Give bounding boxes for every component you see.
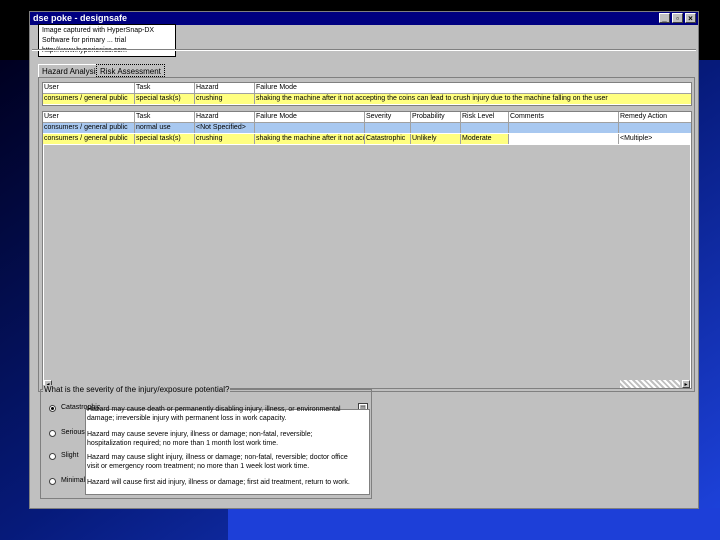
table-cell: special task(s) (135, 134, 195, 144)
table-cell: crushing (195, 94, 255, 104)
option-description: Hazard may cause death or permanently di… (87, 406, 341, 422)
radio-minimal[interactable] (49, 478, 56, 485)
table-header-row: User Task Hazard Failure Mode Severity P… (43, 112, 691, 123)
table-row[interactable]: consumers / general public normal use <N… (43, 123, 691, 133)
application-window: dse poke - designsafe _ ▫ × Image captur… (29, 11, 699, 509)
table-cell: <Multiple> (619, 134, 691, 144)
tooltip-line-3: http://www.hyperionics.com (42, 47, 127, 54)
table-cell: shaking the machine after it not acc (256, 134, 365, 144)
tooltip-line-1: Image captured with HyperSnap-DX (42, 27, 155, 34)
selected-item-table: User Task Hazard Failure Mode consumers … (42, 82, 692, 106)
table-cell: Catastrophic (365, 134, 411, 144)
option-label: Slight (61, 452, 79, 459)
table-cell (509, 123, 619, 133)
column-header: User (43, 112, 135, 122)
table-cell: special task(s) (135, 94, 195, 104)
table-header-row: User Task Hazard Failure Mode (43, 83, 691, 94)
toolbar-separator (32, 49, 696, 51)
column-header: Comments (509, 112, 619, 122)
option-description: Hazard may cause severe injury, illness … (87, 431, 313, 447)
table-cell: consumers / general public (43, 123, 135, 133)
column-header: Severity (365, 112, 411, 122)
tab-hazard-analysis[interactable]: Hazard Analysis (38, 64, 104, 77)
column-header: Probability (411, 112, 461, 122)
maximize-button[interactable]: ▫ (672, 13, 683, 23)
table-cell: <Not Specified> (195, 123, 255, 133)
table-cell (365, 123, 411, 133)
radio-serious[interactable] (49, 430, 56, 437)
column-header: Risk Level (461, 112, 509, 122)
table-cell: Unlikely (411, 134, 461, 144)
close-button[interactable]: × (685, 13, 696, 23)
table-cell: Moderate (461, 134, 509, 144)
column-header: Hazard (195, 83, 255, 93)
radio-catastrophic[interactable] (49, 405, 56, 412)
tooltip-line-2: Software for primary ... trial (42, 37, 127, 44)
minimize-button[interactable]: _ (659, 13, 670, 23)
column-header: Task (135, 83, 195, 93)
column-header: Hazard (195, 112, 255, 122)
column-header: Failure Mode (256, 84, 297, 91)
table-cell: shaking the machine after it not accepti… (256, 95, 608, 102)
tab-risk-assessment[interactable]: Risk Assessment (96, 64, 165, 77)
table-cell[interactable] (509, 134, 619, 144)
risk-table: User Task Hazard Failure Mode Severity P… (42, 111, 692, 389)
radio-slight[interactable] (49, 453, 56, 460)
capture-tooltip: Image captured with HyperSnap-DX Softwar… (38, 24, 176, 57)
table-cell (619, 123, 691, 133)
window-title: dse poke - designsafe (33, 13, 128, 23)
table-cell: consumers / general public (43, 134, 135, 144)
option-description: Hazard will cause first aid injury, illn… (87, 479, 350, 486)
table-cell (461, 123, 509, 133)
table-row[interactable]: consumers / general public special task(… (43, 134, 691, 144)
scroll-right-icon[interactable]: ▸ (682, 380, 690, 388)
table-cell (411, 123, 461, 133)
severity-question: What is the severity of the injury/expos… (43, 385, 231, 394)
option-label: Minimal (61, 477, 86, 484)
column-header: Task (135, 112, 195, 122)
option-label: Serious (61, 429, 85, 436)
table-cell: crushing (195, 134, 255, 144)
table-cell (255, 123, 365, 133)
column-header: Failure Mode (255, 112, 365, 122)
table-cell: consumers / general public (43, 94, 135, 104)
scroll-thumb[interactable] (620, 380, 680, 388)
column-header: User (43, 83, 135, 93)
column-header: Remedy Action (620, 113, 668, 120)
option-description: Hazard may cause slight injury, illness … (87, 454, 348, 470)
severity-group: ▤ Catastrophic Hazard may cause death or… (40, 389, 372, 499)
table-empty-area (44, 145, 690, 380)
table-cell: normal use (135, 123, 195, 133)
table-row[interactable]: consumers / general public special task(… (43, 94, 691, 104)
risk-assessment-panel: User Task Hazard Failure Mode consumers … (38, 77, 695, 392)
